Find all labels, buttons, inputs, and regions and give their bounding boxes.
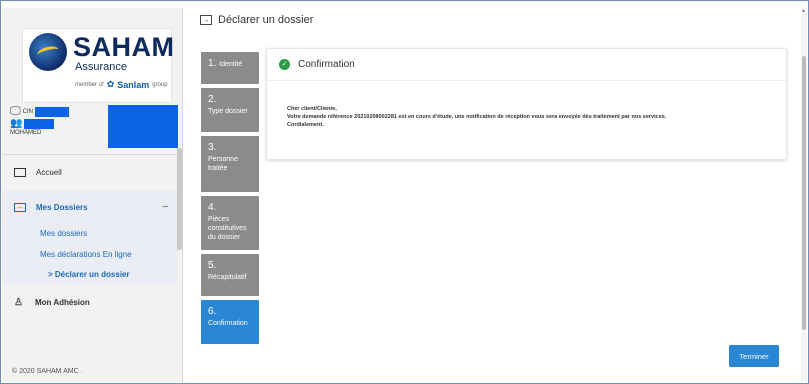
step-label: Personne traitée — [208, 156, 238, 172]
person-icon: ♙ — [14, 296, 23, 308]
brand-subtitle: Assurance — [75, 61, 127, 73]
saham-emblem-icon — [29, 33, 67, 71]
redacted-avatar — [108, 105, 178, 148]
confirmation-card: ✓ Confirmation Cher client/Cliente, Votr… — [266, 48, 787, 160]
page-title-text: Déclarer un dossier — [218, 14, 314, 26]
step-number: 3. — [208, 142, 217, 153]
terminer-button[interactable]: Terminer — [729, 345, 779, 367]
sanlam-icon: ✿ — [106, 79, 115, 89]
people-icon: 👥 — [10, 118, 23, 129]
sidebar-item-mon-adhesion[interactable]: ♙ Mon Adhésion — [2, 284, 178, 320]
redacted-id — [34, 106, 69, 117]
sidebar: SAHAM Assurance member of ✿ Sanlam group… — [2, 8, 183, 382]
step-1-identite[interactable]: 1. Identité — [201, 52, 259, 84]
collapse-icon[interactable]: – — [162, 201, 168, 212]
id-card-icon: 🖵 — [10, 105, 21, 117]
card-header: ✓ Confirmation — [267, 49, 786, 81]
member-name: Sanlam — [117, 79, 150, 90]
brand-title: SAHAM — [73, 32, 175, 62]
user-id-line: 🖵 CIN — [10, 105, 69, 118]
step-4-pieces[interactable]: 4. Pièces constitutives du dossier — [201, 196, 259, 250]
member-prefix: member of — [75, 81, 104, 88]
submenu-item-declarer-dossier[interactable]: > Déclarer un dossier — [48, 270, 130, 279]
sidebar-item-label: Mes Dossiers — [36, 202, 88, 212]
sidebar-scrollbar[interactable] — [177, 148, 182, 250]
redacted-surname — [24, 118, 55, 129]
submenu-item-label: Déclarer un dossier — [54, 270, 130, 279]
step-label: Confirmation — [208, 320, 248, 327]
user-id-prefix: CIN — [22, 108, 33, 115]
user-group-line: 👥 — [10, 118, 55, 129]
submenu-item-mes-declarations[interactable]: Mes déclarations En ligne — [40, 250, 132, 259]
sidebar-item-label: Accueil — [36, 168, 62, 177]
user-info: 🖵 CIN 👥 MOHAMED — [2, 96, 183, 156]
folder-import-icon: → — [14, 202, 26, 212]
folder-import-icon: → — [200, 15, 212, 25]
step-number: 5. — [208, 260, 217, 271]
brand-logo: SAHAM Assurance member of ✿ Sanlam group — [22, 28, 175, 103]
step-6-confirmation[interactable]: 6. Confirmation — [201, 300, 259, 344]
check-circle-icon: ✓ — [279, 59, 290, 70]
user-name: MOHAMED — [10, 130, 42, 136]
page-title: → Déclarer un dossier — [200, 14, 313, 26]
message-text: Votre demande référence 20210208002281 e… — [287, 114, 667, 120]
sidebar-item-mes-dossiers[interactable]: → Mes Dossiers – — [2, 190, 178, 224]
scroll-up-icon[interactable]: ▲ — [801, 8, 806, 14]
step-label: Type dossier — [208, 108, 248, 115]
submenu-item-mes-dossiers[interactable]: Mes dossiers — [40, 229, 87, 238]
sidebar-submenu: Mes dossiers Mes déclarations En ligne >… — [2, 224, 178, 284]
step-number: 4. — [208, 202, 217, 213]
step-3-personne-traitee[interactable]: 3. Personne traitée — [201, 136, 259, 192]
card-title: Confirmation — [298, 59, 355, 70]
confirmation-message: Cher client/Cliente, Votre demande référ… — [287, 105, 777, 129]
step-label: Pièces constitutives du dossier — [208, 216, 247, 241]
step-5-recapitulatif[interactable]: 5. Récapitulatif — [201, 254, 259, 296]
footer-copyright: © 2020 SAHAM AMC . — [12, 368, 83, 375]
step-number: 6. — [208, 306, 217, 317]
greeting: Cher client/Cliente, — [287, 106, 337, 112]
laptop-icon — [14, 168, 26, 177]
sidebar-item-accueil[interactable]: Accueil — [2, 154, 178, 190]
step-2-type-dossier[interactable]: 2. Type dossier — [201, 88, 259, 132]
step-number: 2. — [208, 94, 217, 105]
step-label: Identité — [219, 61, 243, 68]
step-label: Récapitulatif — [208, 274, 247, 281]
brand-member-line: member of ✿ Sanlam group — [75, 79, 168, 90]
signoff: Cordialement. — [287, 122, 324, 128]
sidebar-item-label: Mon Adhésion — [34, 297, 90, 307]
step-number: 1. Identité — [208, 58, 243, 69]
chevron-right-icon: > — [48, 270, 53, 279]
member-suffix: group — [152, 81, 168, 88]
main-scrollbar-thumb[interactable] — [802, 56, 806, 330]
